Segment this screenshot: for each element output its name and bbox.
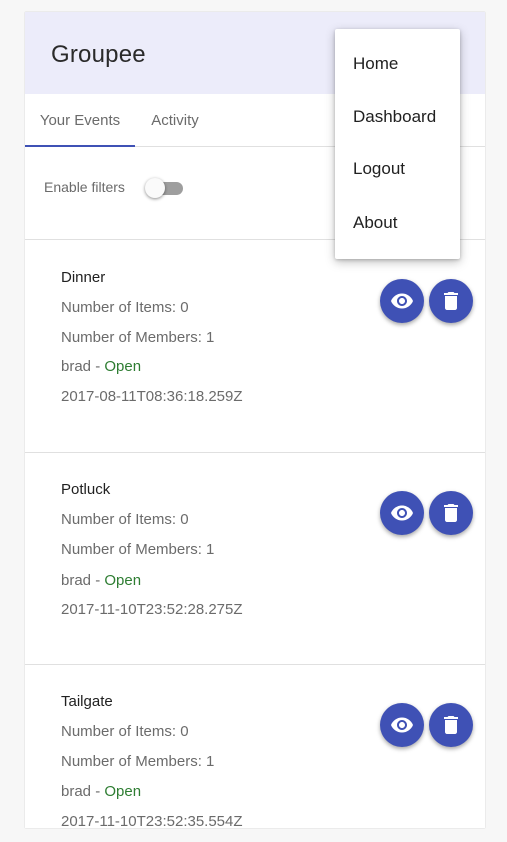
menu-item-about[interactable]: About	[335, 196, 460, 249]
event-card: Potluck Number of Items: 0 Number of Mem…	[25, 453, 485, 665]
trash-icon	[444, 504, 458, 522]
view-event-button[interactable]	[380, 491, 424, 535]
toggle-thumb	[145, 178, 165, 198]
event-name: Dinner	[61, 269, 106, 286]
tab-activity[interactable]: Activity	[135, 94, 215, 147]
event-card: Dinner Number of Items: 0 Number of Memb…	[25, 241, 485, 453]
event-date: 2017-08-11T08:36:18.259Z	[61, 388, 243, 405]
app-title: Groupee	[51, 41, 146, 68]
menu-item-logout[interactable]: Logout	[335, 142, 460, 195]
event-owner: brad	[61, 783, 92, 800]
event-items-count: Number of Items: 0	[61, 511, 189, 528]
event-owner-status: brad - Open	[61, 783, 141, 800]
enable-filters-toggle[interactable]	[145, 176, 185, 200]
event-status: Open	[104, 783, 142, 800]
event-name: Tailgate	[61, 693, 113, 710]
nav-menu: Home Dashboard Logout About	[335, 29, 460, 259]
eye-icon	[391, 293, 413, 309]
event-owner: brad	[61, 572, 92, 589]
event-owner: brad	[61, 358, 92, 375]
event-status: Open	[104, 358, 142, 375]
event-items-count: Number of Items: 0	[61, 723, 189, 740]
trash-icon	[444, 716, 458, 734]
event-members-count: Number of Members: 1	[61, 329, 215, 346]
owner-status-separator: -	[91, 358, 105, 375]
owner-status-separator: -	[91, 572, 105, 589]
filter-label: Enable filters	[44, 179, 125, 195]
view-event-button[interactable]	[380, 279, 424, 323]
event-date: 2017-11-10T23:52:35.554Z	[61, 813, 243, 828]
event-items-count: Number of Items: 0	[61, 299, 189, 316]
event-members-count: Number of Members: 1	[61, 541, 215, 558]
eye-icon	[391, 505, 413, 521]
event-name: Potluck	[61, 481, 111, 498]
menu-item-home[interactable]: Home	[335, 37, 460, 90]
delete-event-button[interactable]	[429, 703, 473, 747]
owner-status-separator: -	[91, 783, 105, 800]
event-owner-status: brad - Open	[61, 572, 141, 589]
eye-icon	[391, 717, 413, 733]
event-card: Tailgate Number of Items: 0 Number of Me…	[25, 665, 485, 828]
event-status: Open	[104, 572, 142, 589]
menu-item-dashboard[interactable]: Dashboard	[335, 90, 460, 143]
tab-your-events[interactable]: Your Events	[25, 94, 135, 147]
event-date: 2017-11-10T23:52:28.275Z	[61, 601, 243, 618]
event-owner-status: brad - Open	[61, 358, 141, 375]
trash-icon	[444, 292, 458, 310]
event-members-count: Number of Members: 1	[61, 753, 215, 770]
delete-event-button[interactable]	[429, 279, 473, 323]
delete-event-button[interactable]	[429, 491, 473, 535]
view-event-button[interactable]	[380, 703, 424, 747]
